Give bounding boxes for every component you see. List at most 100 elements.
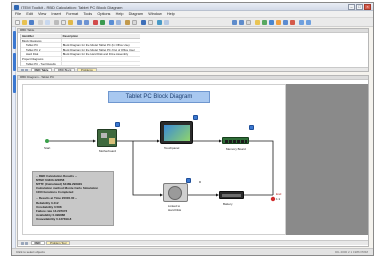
tab-rbd-block[interactable]: RBD Block bbox=[53, 68, 76, 71]
table-row[interactable]: Tablet PC - Tool Results bbox=[21, 61, 140, 67]
row-description: Block Diagram for the Model Tablet PC (I… bbox=[60, 43, 140, 47]
results-line: Unavailability 0.137399-8 bbox=[36, 216, 72, 221]
bottom-tab-nav-next-icon[interactable] bbox=[25, 241, 28, 245]
calc-icon[interactable] bbox=[141, 19, 146, 25]
touchpanel-link-icon[interactable] bbox=[193, 115, 198, 120]
memory-link-icon[interactable] bbox=[249, 125, 254, 130]
motherboard-label: Motherboard bbox=[99, 149, 117, 153]
run-icon[interactable] bbox=[100, 19, 105, 25]
row-description: Block Diagram for the Model Tablet PC (O… bbox=[60, 47, 140, 52]
menu-format[interactable]: Format bbox=[66, 12, 78, 16]
diagram-canvas[interactable]: Tablet PC Block Diagram Start Motherboar… bbox=[22, 84, 286, 235]
memory-block[interactable] bbox=[222, 137, 249, 144]
align-center-icon[interactable] bbox=[239, 19, 244, 25]
tab-nav-prev-icon[interactable] bbox=[21, 68, 24, 71]
motherboard-block[interactable] bbox=[97, 129, 117, 147]
menu-window[interactable]: Window bbox=[148, 12, 162, 16]
new-icon[interactable] bbox=[15, 19, 20, 25]
title-bar: ITEM Toolkit - RBD Calculation: Tablet P… bbox=[12, 3, 373, 11]
menu-help[interactable]: Help bbox=[116, 12, 124, 16]
motherboard-link-icon[interactable] bbox=[115, 122, 120, 127]
touchpanel-screen-icon bbox=[164, 125, 190, 141]
touchpanel-block[interactable] bbox=[160, 121, 193, 144]
paste-icon[interactable] bbox=[68, 19, 73, 25]
undo-icon[interactable] bbox=[77, 19, 82, 25]
line-color-icon[interactable] bbox=[269, 19, 274, 25]
row-identifier: Tablet PC 2 bbox=[26, 47, 41, 52]
preview-icon[interactable] bbox=[45, 19, 50, 25]
hard-disk-link-icon[interactable] bbox=[186, 178, 191, 183]
menu-view[interactable]: View bbox=[38, 12, 46, 16]
memory-label: Memory Board bbox=[226, 147, 246, 151]
zoom-out-icon[interactable] bbox=[306, 19, 311, 25]
bottom-tab-nav-prev-icon[interactable] bbox=[21, 241, 24, 245]
row-identifier: Tablet PC - Tool Results bbox=[26, 61, 56, 66]
table-icon[interactable] bbox=[132, 19, 137, 25]
stop-icon[interactable] bbox=[93, 19, 98, 25]
shape-icon[interactable] bbox=[276, 19, 281, 25]
grid-icon[interactable] bbox=[116, 19, 121, 25]
canvas-offpage-area bbox=[286, 84, 368, 235]
align-left-icon[interactable] bbox=[232, 19, 237, 25]
open-icon[interactable] bbox=[22, 19, 27, 25]
report-icon[interactable] bbox=[148, 19, 153, 25]
row-description bbox=[60, 61, 140, 66]
tab-rbd[interactable]: RBD bbox=[30, 241, 45, 245]
column-identifier[interactable]: Identifier bbox=[21, 34, 61, 37]
side-tab-tools[interactable] bbox=[12, 53, 16, 71]
app-window: ITEM Toolkit - RBD Calculation: Tablet P… bbox=[11, 2, 374, 256]
menu-file[interactable]: File bbox=[15, 12, 21, 16]
window-controls: – □ × bbox=[348, 4, 371, 10]
tab-problems[interactable]: Problems bbox=[76, 68, 97, 71]
status-right-text: DIL 2000 2 1 1986 PRIM bbox=[335, 250, 368, 254]
menu-tools[interactable]: Tools bbox=[83, 12, 92, 16]
tab-rbd-table[interactable]: RBD Table bbox=[30, 68, 53, 71]
pane-header: RBD Table bbox=[18, 29, 368, 33]
bottom-tab-strip: RBD Problem Tool bbox=[18, 240, 368, 245]
delete-icon[interactable] bbox=[290, 19, 295, 25]
help-icon[interactable] bbox=[164, 19, 169, 25]
side-tab-library[interactable] bbox=[12, 75, 16, 93]
menu-edit[interactable]: Edit bbox=[26, 12, 33, 16]
window-title: ITEM Toolkit - RBD Calculation: Tablet P… bbox=[21, 5, 123, 10]
menu-options[interactable]: Options bbox=[97, 12, 110, 16]
row-description bbox=[60, 56, 140, 61]
chart-icon[interactable] bbox=[157, 19, 162, 25]
tab-nav-next-icon[interactable] bbox=[25, 68, 28, 71]
end-label: End bbox=[276, 192, 282, 196]
print-icon[interactable] bbox=[38, 19, 43, 25]
end-value: 1:1 bbox=[276, 197, 281, 201]
rbd-table-pane: RBD Table Identifier Description Block D… bbox=[17, 28, 369, 72]
redo-icon[interactable] bbox=[84, 19, 89, 25]
copy-icon[interactable] bbox=[61, 19, 66, 25]
left-side-strip bbox=[12, 27, 16, 249]
minimize-button[interactable]: – bbox=[348, 4, 355, 10]
diagram-title: Tablet PC Block Diagram bbox=[108, 91, 210, 103]
block-icon[interactable] bbox=[125, 19, 130, 25]
memory-chips-icon bbox=[225, 139, 247, 143]
diagram-pane-header: RBD Diagram - Tablet PC bbox=[18, 76, 368, 80]
maximize-button[interactable]: □ bbox=[356, 4, 363, 10]
zoom-icon[interactable] bbox=[109, 19, 114, 25]
fill-color-icon[interactable] bbox=[262, 19, 267, 25]
save-icon[interactable] bbox=[29, 19, 34, 25]
zoom-in-icon[interactable] bbox=[299, 19, 304, 25]
connector-icon[interactable] bbox=[283, 19, 288, 25]
menu-diagram[interactable]: Diagram bbox=[129, 12, 143, 16]
hard-disk-platter-icon bbox=[168, 186, 182, 200]
highlight-icon[interactable] bbox=[255, 19, 260, 25]
close-button[interactable]: × bbox=[364, 4, 371, 10]
hard-disk-block[interactable] bbox=[163, 183, 188, 202]
column-description[interactable]: Description bbox=[60, 34, 140, 38]
start-label: Start bbox=[44, 146, 51, 150]
tab-problem-tool[interactable]: Problem Tool bbox=[46, 241, 71, 245]
top-tab-strip: RBD Table RBD Block Problems bbox=[18, 67, 368, 71]
menu-help-2[interactable]: Help bbox=[167, 12, 175, 16]
cut-icon[interactable] bbox=[54, 19, 59, 25]
side-tab-project[interactable] bbox=[12, 31, 16, 49]
menu-insert[interactable]: Insert bbox=[51, 12, 61, 16]
row-description: Block Diagram for the Hard Disk and Driv… bbox=[60, 52, 140, 56]
battery-block[interactable] bbox=[219, 191, 244, 199]
align-right-icon[interactable] bbox=[246, 19, 251, 25]
row-identifier: Project Diagrams bbox=[22, 56, 44, 61]
